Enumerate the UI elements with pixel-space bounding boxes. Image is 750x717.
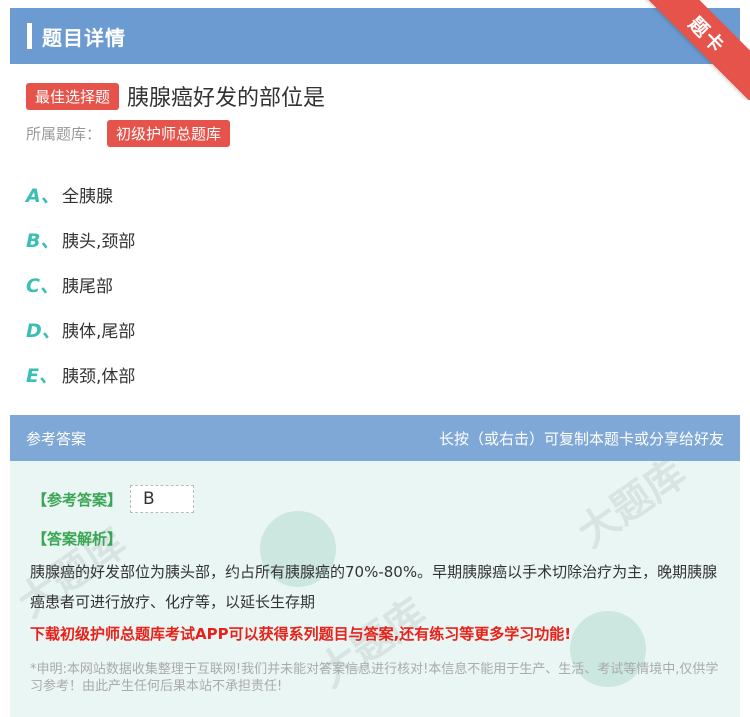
ribbon-label: 题卡 [684,12,730,58]
corner-ribbon: 题卡 [640,0,750,100]
option-text: 胰头,颈部 [62,232,136,252]
option-text: 胰颈,体部 [62,367,136,387]
analysis-label: 【答案解析】 [32,530,123,548]
ribbon-band: 题卡 [640,0,750,100]
options-list: A、 全胰腺 B、 胰头,颈部 C、 胰尾部 D、 胰体,尾部 E、 胰颈,体部 [26,172,135,397]
option-d[interactable]: D、 胰体,尾部 [26,307,135,352]
option-b[interactable]: B、 胰头,颈部 [26,217,135,262]
page-header: 题目详情 [10,8,740,64]
question-bank-badge[interactable]: 初级护师总题库 [107,120,231,147]
share-hint: 长按（或右击）可复制本题卡或分享给好友 [438,429,724,448]
question-row: 最佳选择题 胰腺癌好发的部位是 [26,80,325,112]
analysis-text: 胰腺癌的好发部位为胰头部，约占所有胰腺癌的70%-80%。早期胰腺癌以手术切除治… [30,563,718,611]
question-bank-label: 所属题库： [26,125,102,143]
option-c[interactable]: C、 胰尾部 [26,262,135,307]
option-text: 全胰腺 [62,187,113,207]
page-title: 题目详情 [42,25,126,50]
question-text: 胰腺癌好发的部位是 [127,86,326,111]
reference-answer-label: 【参考答案】 [32,490,123,509]
option-letter: D、 [26,320,61,342]
app-download-promo[interactable]: 下载初级护师总题库考试APP可以获得系列题目与答案,还有练习等更多学习功能! [30,623,571,644]
header-accent-bar [27,23,32,49]
option-text: 胰尾部 [62,277,113,297]
answer-section-header: 参考答案 长按（或右击）可复制本题卡或分享给好友 [10,415,740,461]
reference-answer-line: 【参考答案】 B [32,485,195,513]
disclaimer-text: *申明:本网站数据收集整理于互联网!我们并未能对答案信息进行核对!本信息不能用于… [30,662,719,694]
option-letter: E、 [26,365,58,387]
option-a[interactable]: A、 全胰腺 [26,172,135,217]
option-text: 胰体,尾部 [62,322,136,342]
option-e[interactable]: E、 胰颈,体部 [26,352,135,397]
answer-section-title: 参考答案 [26,429,87,448]
question-type-badge: 最佳选择题 [26,82,120,110]
question-bank-row: 所属题库： 初级护师总题库 [26,120,231,147]
option-letter: A、 [26,185,60,207]
option-letter: B、 [26,230,60,252]
reference-answer-value: B [130,485,195,513]
option-letter: C、 [26,275,59,297]
answer-section-body: 大题库 大题库 大题库 【参考答案】 B 【答案解析】 胰腺癌的好发部位为胰头部… [10,461,740,717]
watermark-logo: 大题库 [569,461,695,557]
